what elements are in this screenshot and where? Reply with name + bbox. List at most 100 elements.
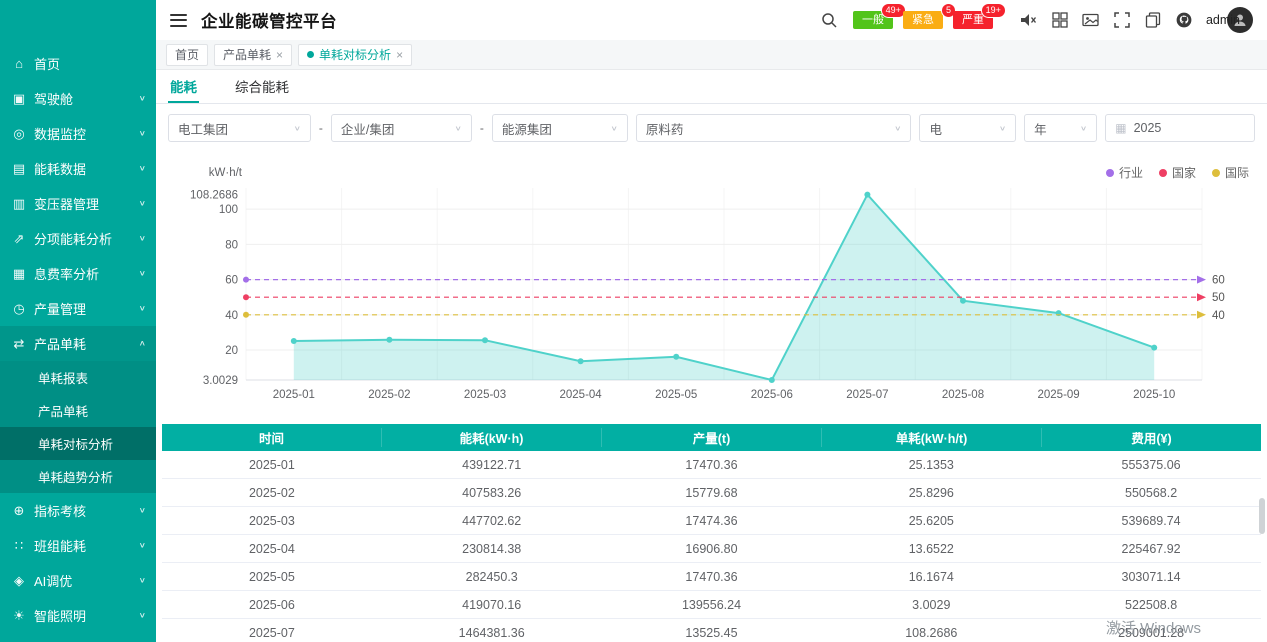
sidebar-subitem-product-unit[interactable]: 产品单耗 [0, 394, 156, 427]
svg-text:2025-04: 2025-04 [559, 389, 602, 401]
user-menu[interactable]: admin [1206, 7, 1253, 33]
fullscreen-icon[interactable] [1113, 11, 1131, 29]
sidebar-item-energy-data[interactable]: ▤能耗数据∨ [0, 151, 156, 186]
legend-item-1[interactable]: 国家 [1159, 164, 1196, 181]
filter-select-2[interactable]: 能源集团∨ [492, 114, 628, 142]
table-row: 2025-071464381.3613525.45108.26862509001… [162, 619, 1261, 642]
table-cell: 282450.3 [382, 570, 602, 584]
sidebar-item-kpi-assessment[interactable]: ⊕指标考核∨ [0, 493, 156, 528]
data-monitor-icon: ◎ [10, 126, 28, 142]
table-cell: 25.1353 [821, 458, 1041, 472]
chevron-down-icon: ∨ [139, 506, 146, 514]
sidebar-item-home[interactable]: ⌂首页 [0, 46, 156, 81]
close-icon[interactable]: × [396, 48, 403, 62]
page-title: 企业能碳管控平台 [201, 8, 337, 32]
filter-select-0[interactable]: 电工集团∨ [168, 114, 311, 142]
screenshot-icon[interactable] [1082, 11, 1100, 29]
chart-legend: 行业国家 国际 [1106, 164, 1249, 181]
filter-bar: 电工集团∨-企业/集团∨-能源集团∨原料药∨电∨年∨▦2025 [156, 104, 1267, 146]
collapse-sidebar-icon[interactable] [170, 14, 187, 27]
filter-select-3[interactable]: 原料药∨ [636, 114, 912, 142]
line-chart[interactable]: 20406080100108.26863.0029kW·h/t2025-0120… [162, 162, 1251, 420]
filter-select-5[interactable]: 年∨ [1024, 114, 1097, 142]
breadcrumb-tab-0[interactable]: 首页 [166, 44, 208, 66]
sidebar-item-cockpit[interactable]: ▣驾驶舱∨ [0, 81, 156, 116]
legend-item-2[interactable]: 国际 [1212, 164, 1249, 181]
calendar-icon: ▦ [1115, 121, 1126, 135]
table-row: 2025-01439122.7117470.3625.1353555375.06 [162, 451, 1261, 479]
table-cell: 407583.26 [382, 486, 602, 500]
alarm-badge-label: 严重 [962, 14, 984, 26]
chevron-down-icon: ∨ [454, 124, 461, 132]
mute-icon[interactable] [1020, 11, 1038, 29]
tab-label: 能耗 [170, 76, 197, 96]
breadcrumb-tab-1[interactable]: 产品单耗× [214, 44, 292, 66]
svg-text:80: 80 [225, 239, 238, 251]
tab-0[interactable]: 能耗 [168, 70, 199, 103]
smart-lighting-icon: ☀ [10, 608, 28, 624]
alarm-badge-1[interactable]: 紧急5 [903, 11, 943, 29]
sidebar-item-team-energy[interactable]: ∷班组能耗∨ [0, 528, 156, 563]
ai-tuning-icon: ◈ [10, 573, 28, 589]
sidebar-item-label: 首页 [34, 54, 146, 73]
table-cell: 539689.74 [1041, 514, 1261, 528]
sidebar-item-ai-tuning[interactable]: ◈AI调优∨ [0, 563, 156, 598]
table-cell: 16906.80 [602, 542, 822, 556]
sidebar-item-product-unit-consumption[interactable]: ⇄产品单耗∧ [0, 326, 156, 361]
sidebar-item-production-mgmt[interactable]: ◷产量管理∨ [0, 291, 156, 326]
sidebar-item-label: 班组能耗 [34, 536, 139, 555]
chevron-down-icon: ∨ [139, 164, 146, 172]
layout-grid-icon[interactable] [1051, 11, 1069, 29]
main-content: 能耗综合能耗 电工集团∨-企业/集团∨-能源集团∨原料药∨电∨年∨▦2025 行… [156, 70, 1267, 642]
unit-consumption-chart: 行业国家 国际 20406080100108.26863.0029kW·h/t20… [156, 162, 1267, 420]
alarm-badge-2[interactable]: 严重19+ [953, 11, 993, 29]
select-value: 能源集团 [502, 119, 552, 138]
chevron-up-icon: ∧ [139, 339, 146, 347]
table-cell: 25.8296 [821, 486, 1041, 500]
breadcrumb-tab-2[interactable]: 单耗对标分析× [298, 44, 412, 66]
sidebar-item-label: 产量管理 [34, 299, 139, 318]
sidebar-subitem-unit-report[interactable]: 单耗报表 [0, 361, 156, 394]
sidebar-item-smart-lighting[interactable]: ☀智能照明∨ [0, 598, 156, 633]
legend-label: 国际 [1225, 164, 1249, 181]
sidebar-item-fee-rate-analysis[interactable]: ▦息费率分析∨ [0, 256, 156, 291]
close-icon[interactable]: × [276, 48, 283, 62]
svg-text:108.2686: 108.2686 [190, 190, 238, 202]
chevron-down-icon: ∨ [139, 199, 146, 207]
sidebar-subitem-benchmark-analysis[interactable]: 单耗对标分析 [0, 427, 156, 460]
sidebar-subitem-trend-analysis[interactable]: 单耗趋势分析 [0, 460, 156, 493]
filter-select-1[interactable]: 企业/集团∨ [331, 114, 472, 142]
sidebar-item-subitem-analysis[interactable]: ⇗分项能耗分析∨ [0, 221, 156, 256]
table-cell: 3.0029 [821, 598, 1041, 612]
search-icon[interactable] [820, 11, 838, 29]
table-cell: 2025-02 [162, 486, 382, 500]
table-cell: 139556.24 [602, 598, 822, 612]
sidebar-item-label: 指标考核 [34, 501, 139, 520]
sidebar-subitem-label: 单耗趋势分析 [38, 467, 113, 486]
github-icon[interactable] [1175, 11, 1193, 29]
column-header: 能耗(kW·h) [382, 428, 602, 447]
chevron-down-icon: ∨ [139, 541, 146, 549]
sidebar-item-data-monitor[interactable]: ◎数据监控∨ [0, 116, 156, 151]
filter-select-4[interactable]: 电∨ [919, 114, 1016, 142]
table-cell: 230814.38 [382, 542, 602, 556]
table-cell: 2025-01 [162, 458, 382, 472]
user-name: admin [1206, 13, 1240, 27]
alarm-badge-0[interactable]: 一般49+ [853, 11, 893, 29]
scrollbar-thumb[interactable] [1259, 498, 1265, 534]
table-cell: 17474.36 [602, 514, 822, 528]
table-cell: 419070.16 [382, 598, 602, 612]
svg-text:2025-03: 2025-03 [464, 389, 506, 401]
legend-item-0[interactable]: 行业 [1106, 164, 1143, 181]
filter-date-picker[interactable]: ▦2025 [1105, 114, 1255, 142]
app-header: 企业能碳管控平台 一般49+ 紧急5 严重19+ admin [156, 0, 1267, 40]
table-cell: 2025-04 [162, 542, 382, 556]
table-row: 2025-05282450.317470.3616.1674303071.14 [162, 563, 1261, 591]
breadcrumb-tabs: 首页产品单耗× 单耗对标分析× [156, 40, 1267, 70]
sidebar-item-transformer-mgmt[interactable]: ▥变压器管理∨ [0, 186, 156, 221]
alarm-badge-label: 一般 [862, 14, 884, 26]
chevron-down-icon: ∨ [1080, 124, 1087, 132]
table-cell: 17470.36 [602, 458, 822, 472]
copy-icon[interactable] [1144, 11, 1162, 29]
tab-1[interactable]: 综合能耗 [233, 70, 291, 103]
